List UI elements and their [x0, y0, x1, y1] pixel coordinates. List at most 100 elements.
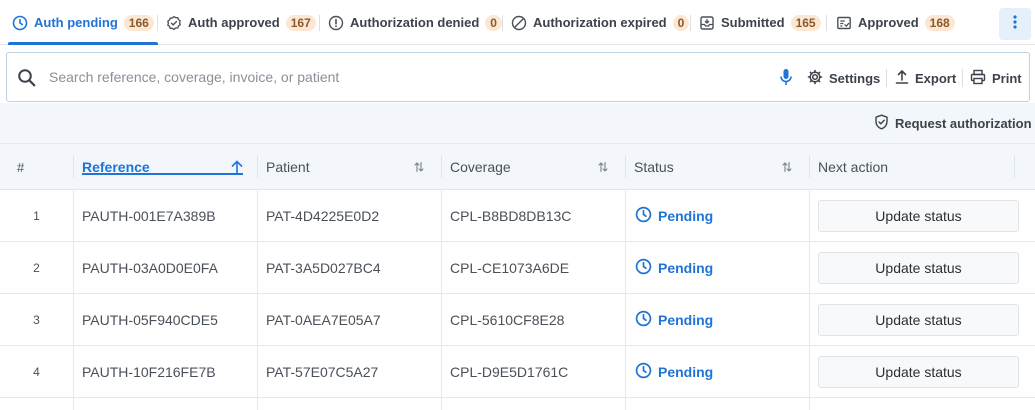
tab-label: Auth approved	[188, 15, 280, 30]
column-header-next-action: Next action	[818, 144, 888, 190]
patient-cell: PAT-3A5D027BC4	[266, 259, 381, 276]
column-divider	[1014, 156, 1015, 178]
tab-divider	[502, 15, 503, 31]
tab-count-badge: 165	[790, 14, 821, 31]
table-row: 4 PAUTH-10F216FE7B PAT-57E07C5A27 CPL-D9…	[0, 346, 1035, 398]
column-header-patient[interactable]: Patient	[266, 144, 424, 190]
status-badge: Pending	[635, 190, 713, 241]
row-number: 3	[33, 312, 40, 327]
tab-divider	[157, 15, 158, 31]
tab-approved[interactable]: Approved 168	[836, 0, 955, 45]
search-bar: Settings Export Print	[6, 52, 1030, 102]
tab-label: Approved	[858, 15, 919, 30]
reference-cell: PAUTH-10F216FE7B	[82, 363, 216, 380]
search-icon	[17, 68, 37, 93]
column-divider	[625, 156, 626, 178]
inbox-icon	[699, 15, 715, 31]
gear-icon	[807, 69, 829, 88]
patient-cell: PAT-4D4225E0D2	[266, 207, 380, 224]
sort-icon	[598, 160, 608, 176]
coverage-cell: CPL-CE1073A6DE	[450, 259, 570, 276]
coverage-cell: CPL-D9E5D1761C	[450, 363, 569, 380]
column-divider	[441, 156, 442, 178]
tab-auth-approved[interactable]: Auth approved 167	[166, 0, 316, 45]
tab-count-badge: 168	[924, 14, 955, 31]
column-label: Next action	[818, 159, 889, 175]
tab-count-badge: 167	[285, 14, 316, 31]
update-status-button[interactable]: Update status	[818, 200, 1019, 232]
patient-cell: PAT-57E07C5A27	[266, 363, 379, 380]
column-header-index: #	[17, 144, 24, 190]
tab-label: Auth pending	[34, 15, 118, 30]
column-divider	[809, 156, 810, 178]
reference-cell: PAUTH-05F940CDE5	[82, 311, 218, 328]
search-input[interactable]	[49, 63, 749, 91]
tab-label: Authorization expired	[533, 15, 667, 30]
reference-cell: PAUTH-001E7A389B	[82, 207, 216, 224]
tab-divider	[826, 15, 827, 31]
reference-cell: PAUTH-03A0D0E0FA	[82, 259, 218, 276]
print-label: Print	[992, 70, 1022, 86]
ban-icon	[511, 15, 527, 31]
tab-divider	[690, 15, 691, 31]
table-row: 2 PAUTH-03A0D0E0FA PAT-3A5D027BC4 CPL-CE…	[0, 242, 1035, 294]
table-row: 1 PAUTH-001E7A389B PAT-4D4225E0D2 CPL-B8…	[0, 190, 1035, 242]
column-header-status[interactable]: Status	[634, 144, 792, 190]
tab-submitted[interactable]: Submitted 165	[699, 0, 821, 45]
row-number: 1	[33, 208, 40, 223]
sort-icon	[414, 160, 424, 176]
active-tab-indicator	[8, 42, 158, 45]
column-label: Patient	[266, 159, 310, 175]
column-divider	[73, 156, 74, 178]
tab-count-badge: 0	[485, 14, 502, 31]
column-header-coverage[interactable]: Coverage	[450, 144, 608, 190]
table-row: 3 PAUTH-05F940CDE5 PAT-0AEA7E05A7 CPL-56…	[0, 294, 1035, 346]
row-number: 4	[33, 364, 40, 379]
tab-label: Submitted	[721, 15, 785, 30]
more-options-button[interactable]	[999, 8, 1031, 40]
more-vertical-icon	[1013, 14, 1017, 34]
column-label: #	[17, 159, 25, 175]
column-label: Status	[634, 159, 674, 175]
patient-cell: PAT-0AEA7E05A7	[266, 311, 381, 328]
settings-label: Settings	[829, 70, 881, 86]
tab-count-badge: 166	[123, 14, 154, 31]
status-label: Pending	[658, 311, 714, 328]
clock-icon	[635, 362, 658, 382]
table-header: # Reference Patient Coverage Status Next…	[0, 143, 1035, 190]
coverage-cell: CPL-5610CF8E28	[450, 311, 565, 328]
column-label: Coverage	[450, 159, 511, 175]
printer-icon	[970, 69, 992, 88]
clock-icon	[635, 258, 658, 278]
settings-button[interactable]: Settings	[807, 68, 880, 88]
status-label: Pending	[658, 207, 714, 224]
table-actions-bar: Request authorization	[0, 103, 1035, 143]
alert-circle-icon	[328, 15, 344, 31]
update-status-button[interactable]: Update status	[818, 356, 1019, 388]
status-badge: Pending	[635, 346, 713, 397]
toolbar-divider	[886, 69, 887, 87]
status-tabs: Auth pending 166 Auth approved 167 Autho…	[0, 0, 1035, 45]
print-button[interactable]: Print	[970, 68, 1022, 88]
voice-search-button[interactable]	[779, 68, 799, 88]
tab-count-badge: 0	[672, 14, 690, 31]
clock-icon	[635, 206, 658, 226]
update-status-button[interactable]: Update status	[818, 252, 1019, 284]
row-number: 2	[33, 260, 40, 275]
shield-check-icon	[874, 114, 895, 133]
status-badge: Pending	[635, 294, 713, 345]
tab-label: Authorization denied	[350, 15, 480, 30]
export-button[interactable]: Export	[895, 68, 956, 88]
clock-icon	[635, 310, 658, 330]
tab-authorization-expired[interactable]: Authorization expired 0	[511, 0, 690, 45]
tab-authorization-denied[interactable]: Authorization denied 0	[328, 0, 502, 45]
column-divider	[257, 156, 258, 178]
update-status-button[interactable]: Update status	[818, 304, 1019, 336]
tab-auth-pending[interactable]: Auth pending 166	[8, 0, 158, 45]
toolbar-divider	[962, 69, 963, 87]
coverage-cell: CPL-B8BD8DB13C	[450, 207, 572, 224]
export-label: Export	[915, 70, 957, 86]
request-authorization-button[interactable]: Request authorization	[874, 114, 1032, 133]
column-header-reference[interactable]: Reference	[82, 144, 243, 190]
status-badge: Pending	[635, 242, 713, 293]
